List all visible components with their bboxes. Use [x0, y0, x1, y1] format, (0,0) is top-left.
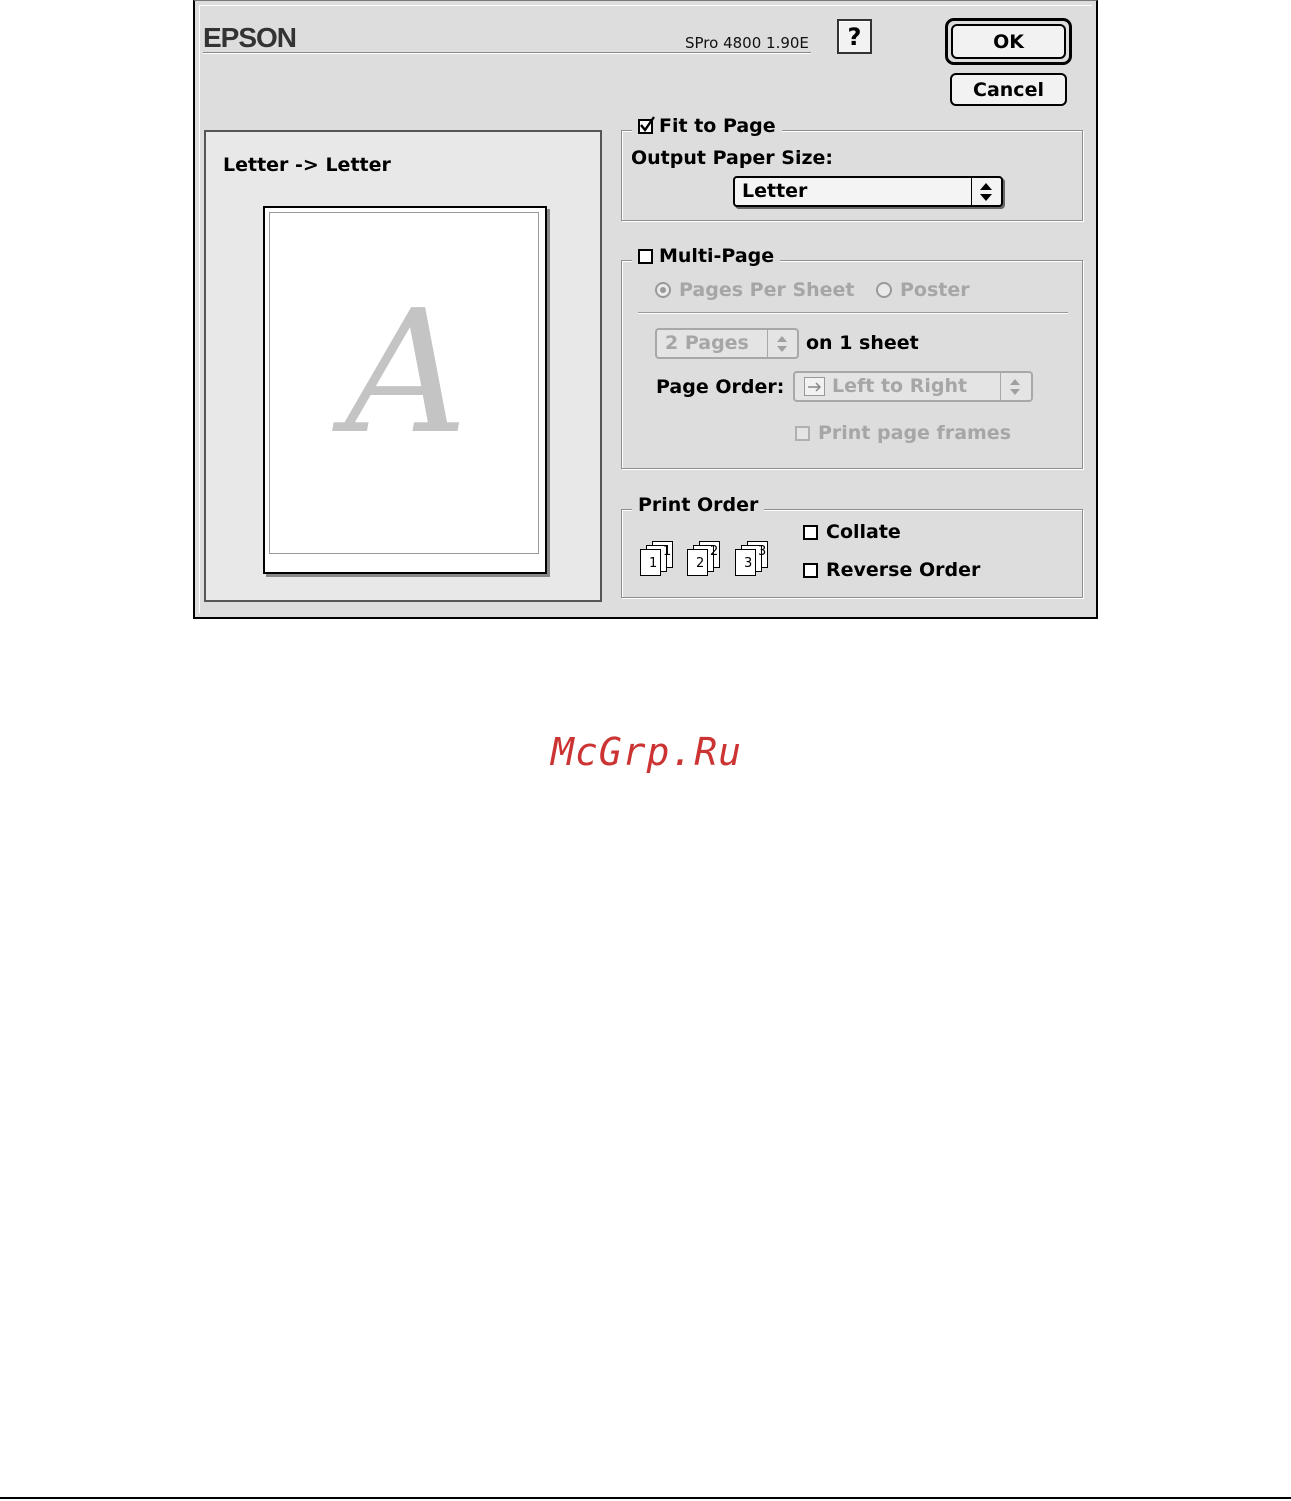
fit-to-page-checkbox[interactable]	[638, 115, 655, 134]
page-number-back: 1	[663, 544, 672, 559]
cancel-button[interactable]: Cancel	[950, 73, 1067, 106]
page-bottom-rule	[0, 1497, 1291, 1499]
pages-per-sheet-select[interactable]: 2 Pages	[655, 328, 799, 359]
up-down-arrows-icon	[980, 183, 992, 201]
collate-option[interactable]: Collate	[803, 521, 901, 543]
reverse-order-option[interactable]: Reverse Order	[803, 559, 980, 581]
popup-divider	[767, 330, 768, 357]
page-layout-dialog: EPSON SPro 4800 1.90E ? OK Cancel Letter…	[193, 0, 1098, 619]
up-down-arrows-icon	[1010, 379, 1020, 395]
print-order-legend: Print Order	[632, 494, 765, 516]
preview-panel: Letter -> Letter A	[204, 130, 602, 602]
radio-pages-per-sheet-button[interactable]	[655, 282, 671, 298]
radio-pages-per-sheet-label: Pages Per Sheet	[679, 279, 855, 301]
pages-suffix-label: on 1 sheet	[806, 332, 919, 354]
multi-page-checkbox[interactable]	[638, 248, 653, 264]
collate-label: Collate	[826, 521, 901, 543]
paper-mapping-label: Letter -> Letter	[223, 154, 391, 176]
multi-page-label: Multi-Page	[659, 245, 775, 267]
fit-to-page-label: Fit to Page	[659, 115, 776, 137]
output-paper-size-label: Output Paper Size:	[631, 147, 834, 169]
page-stack-icon-1: 1 1	[635, 540, 679, 578]
page-number-front: 2	[696, 556, 705, 571]
ok-button[interactable]: OK	[951, 24, 1066, 59]
page-stack-icon-3: 3 3	[730, 540, 774, 578]
reverse-order-label: Reverse Order	[826, 559, 981, 581]
page-number-back: 2	[710, 544, 719, 559]
up-down-arrows-icon	[777, 336, 787, 352]
radio-poster[interactable]: Poster	[876, 279, 970, 301]
page-number-front: 1	[649, 556, 658, 571]
radio-pages-per-sheet[interactable]: Pages Per Sheet	[655, 279, 855, 301]
checkmark-icon	[640, 115, 655, 132]
multi-page-legend[interactable]: Multi-Page	[632, 245, 781, 267]
radio-poster-label: Poster	[900, 279, 970, 301]
header-divider	[203, 52, 811, 53]
help-icon: ?	[847, 22, 862, 51]
print-page-frames-label: Print page frames	[818, 422, 1012, 444]
page-order-value: Left to Right	[832, 375, 968, 397]
output-paper-size-value: Letter	[742, 180, 808, 202]
page-number-back: 3	[758, 544, 767, 559]
sample-letter-a: A	[345, 274, 468, 472]
page-number-front: 3	[744, 556, 753, 571]
collate-checkbox[interactable]	[803, 524, 818, 540]
popup-divider	[1000, 373, 1001, 400]
output-paper-size-select[interactable]: Letter	[733, 176, 1003, 207]
brand-logo: EPSON	[203, 22, 297, 53]
pages-per-sheet-value: 2 Pages	[665, 332, 749, 354]
print-page-frames-option[interactable]: Print page frames	[795, 422, 1011, 444]
print-order-label: Print Order	[638, 494, 759, 516]
reverse-order-checkbox[interactable]	[803, 562, 818, 578]
radio-poster-button[interactable]	[876, 282, 892, 298]
print-page-frames-checkbox[interactable]	[795, 425, 810, 441]
popup-divider	[971, 178, 972, 205]
page-order-label: Page Order:	[656, 376, 785, 398]
multi-page-divider	[638, 312, 1068, 313]
page-order-select[interactable]: Left to Right	[793, 371, 1033, 402]
fit-to-page-legend[interactable]: Fit to Page	[632, 115, 782, 137]
help-button[interactable]: ?	[837, 19, 872, 54]
page-stack-icon-2: 2 2	[682, 540, 726, 578]
preview-page: A	[263, 206, 547, 574]
right-arrow-icon	[804, 377, 825, 396]
driver-version: SPro 4800 1.90E	[685, 34, 809, 52]
watermark-text: McGrp.Ru	[551, 730, 743, 774]
